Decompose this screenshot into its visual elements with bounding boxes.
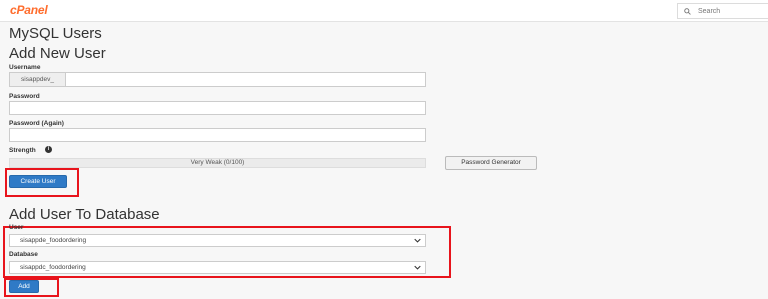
add-new-user-heading: Add New User <box>9 45 106 62</box>
username-label: Username <box>9 64 41 71</box>
search-input[interactable]: Search <box>677 3 768 19</box>
top-bar: cPanel Search <box>0 0 768 22</box>
add-button[interactable]: Add <box>9 280 39 293</box>
username-prefix: sisappdev_ <box>9 72 65 87</box>
user-select-value: sisappde_foodordering <box>20 237 87 244</box>
database-select[interactable]: sisappdc_foodordering <box>9 261 426 274</box>
password-generator-button[interactable]: Password Generator <box>445 156 537 170</box>
info-icon[interactable]: i <box>45 146 52 153</box>
password-field[interactable] <box>9 101 426 115</box>
user-label: User <box>9 224 24 231</box>
create-user-button[interactable]: Create User <box>9 175 67 188</box>
user-select[interactable]: sisappde_foodordering <box>9 234 426 247</box>
cpanel-logo[interactable]: cPanel <box>10 3 48 17</box>
database-label: Database <box>9 251 38 258</box>
search-placeholder: Search <box>698 7 721 15</box>
chevron-down-icon <box>414 265 421 270</box>
password-again-label: Password (Again) <box>9 120 64 127</box>
password-label: Password <box>9 93 40 100</box>
password-strength-meter: Very Weak (0/100) <box>9 158 426 168</box>
username-field[interactable] <box>65 72 426 87</box>
database-select-value: sisappdc_foodordering <box>20 264 86 271</box>
page-title: MySQL Users <box>9 25 102 42</box>
add-user-to-database-heading: Add User To Database <box>9 206 160 223</box>
strength-label: Strength <box>9 147 36 154</box>
password-again-field[interactable] <box>9 128 426 142</box>
chevron-down-icon <box>414 238 421 243</box>
search-icon <box>684 7 691 15</box>
